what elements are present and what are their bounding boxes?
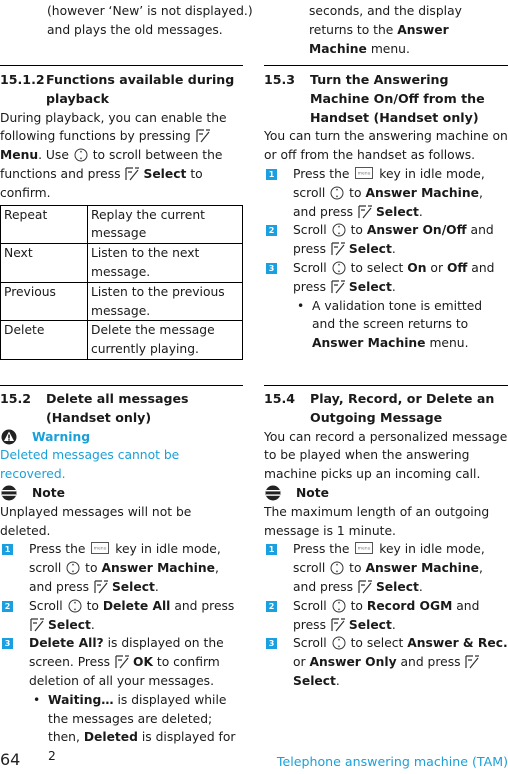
note-text: Unplayed messages will not be deleted. bbox=[0, 504, 192, 538]
step-3: 3 Delete All? is displayed on the screen… bbox=[0, 634, 243, 690]
section-heading: 15.4 Play, Record, or Delete an Outgoing … bbox=[264, 391, 495, 425]
softkey-icon bbox=[94, 580, 109, 594]
function-description: Listen to the previous message. bbox=[87, 281, 243, 322]
table-row: Next Listen to the next message. bbox=[0, 243, 243, 283]
function-name: Previous bbox=[0, 281, 88, 322]
bullet-item: • A validation tone is emitted and the s… bbox=[297, 298, 483, 351]
function-name: Delete bbox=[0, 320, 88, 360]
softkey-icon bbox=[196, 129, 211, 143]
section-heading: 15.2 Delete all messages (Handset only) bbox=[0, 391, 189, 425]
softkey-icon bbox=[30, 618, 45, 632]
note-icon bbox=[265, 485, 281, 501]
softkey-icon bbox=[358, 205, 373, 219]
table-row: Previous Listen to the previous message. bbox=[0, 281, 243, 322]
section-intro: During playback, you can enable the foll… bbox=[0, 110, 227, 200]
note-label: Note bbox=[264, 484, 508, 503]
section-15-1-2: 15.1.2Functions available during playbac… bbox=[0, 71, 243, 360]
section-divider bbox=[0, 65, 243, 66]
section-heading: 15.3 Turn the Answering Machine On/Off fr… bbox=[264, 72, 485, 125]
note-icon bbox=[1, 485, 17, 501]
navigation-key-icon bbox=[66, 561, 80, 575]
table-row: Delete Delete the message currently playi… bbox=[0, 320, 243, 360]
softkey-icon bbox=[465, 655, 480, 669]
navigation-key-icon bbox=[330, 186, 344, 200]
section-heading: 15.1.2Functions available during playbac… bbox=[0, 72, 235, 106]
navigation-key-icon bbox=[332, 223, 346, 237]
page-number: 64 bbox=[0, 750, 21, 769]
section-15-2: 15.2 Delete all messages (Handset only) W… bbox=[0, 390, 243, 766]
section-divider bbox=[264, 65, 508, 66]
function-description: Listen to the next message. bbox=[87, 243, 243, 283]
function-description: Delete the message currently playing. bbox=[87, 320, 243, 360]
function-name: Repeat bbox=[0, 204, 88, 245]
step-1: 1 Press the key in idle mode, scroll to … bbox=[264, 165, 508, 221]
section-divider bbox=[264, 385, 508, 386]
section-divider bbox=[0, 385, 243, 386]
navigation-key-icon bbox=[74, 148, 88, 162]
bullet-item: • Waiting… is displayed while the messag… bbox=[33, 692, 236, 764]
navigation-key-icon bbox=[332, 599, 346, 613]
continuation-text-right: seconds, and the display returns to the … bbox=[309, 4, 462, 56]
navigation-key-icon bbox=[332, 261, 346, 275]
bullet-dot: • bbox=[297, 298, 305, 313]
warning-icon bbox=[1, 429, 17, 445]
note-text: The maximum length of an outgoing messag… bbox=[264, 504, 490, 538]
section-intro: You can turn the answering machine on or… bbox=[264, 129, 508, 163]
bullet-dot: • bbox=[33, 692, 41, 707]
function-name: Next bbox=[0, 243, 88, 283]
menu-key-icon bbox=[91, 542, 109, 554]
step-1: 1 Press the key in idle mode, scroll to … bbox=[0, 540, 243, 596]
softkey-icon bbox=[331, 618, 346, 632]
note-label: Note bbox=[0, 484, 243, 503]
step-2: 2 Scroll to Delete All and press Select. bbox=[0, 597, 243, 635]
footer-chapter-title: Telephone answering machine (TAM) bbox=[276, 754, 508, 769]
softkey-icon bbox=[358, 580, 373, 594]
navigation-key-icon bbox=[330, 561, 344, 575]
function-description: Replay the current message bbox=[87, 204, 243, 245]
functions-table: Repeat Replay the current message Next List… bbox=[0, 204, 243, 360]
step-3: 3 Scroll to select Answer & Rec. or Answ… bbox=[264, 634, 508, 690]
step-2: 2 Scroll to Answer On/Off and press Sele… bbox=[264, 221, 508, 259]
section-intro: You can record a personalized message to… bbox=[264, 429, 508, 482]
step-1: 1 Press the key in idle mode, scroll to … bbox=[264, 540, 508, 596]
softkey-icon bbox=[331, 280, 346, 294]
softkey-icon bbox=[331, 242, 346, 256]
navigation-key-icon bbox=[68, 599, 82, 613]
section-15-4: 15.4 Play, Record, or Delete an Outgoing … bbox=[264, 390, 508, 691]
navigation-key-icon bbox=[332, 636, 346, 650]
step-2: 2 Scroll to Record OGM and press Select. bbox=[264, 597, 508, 635]
section-15-3: 15.3 Turn the Answering Machine On/Off fr… bbox=[264, 71, 508, 353]
menu-key-icon bbox=[355, 542, 373, 554]
warning-label: Warning bbox=[0, 428, 243, 447]
softkey-icon bbox=[125, 167, 140, 181]
menu-key-icon bbox=[355, 167, 373, 179]
step-3: 3 Scroll to select On or Off and press S… bbox=[264, 259, 508, 297]
continuation-text-left: (however ‘New’ is not displayed.) and pl… bbox=[47, 4, 253, 37]
table-row: Repeat Replay the current message bbox=[0, 204, 243, 245]
softkey-icon bbox=[115, 655, 130, 669]
warning-text: Deleted messages cannot be recovered. bbox=[0, 448, 180, 482]
